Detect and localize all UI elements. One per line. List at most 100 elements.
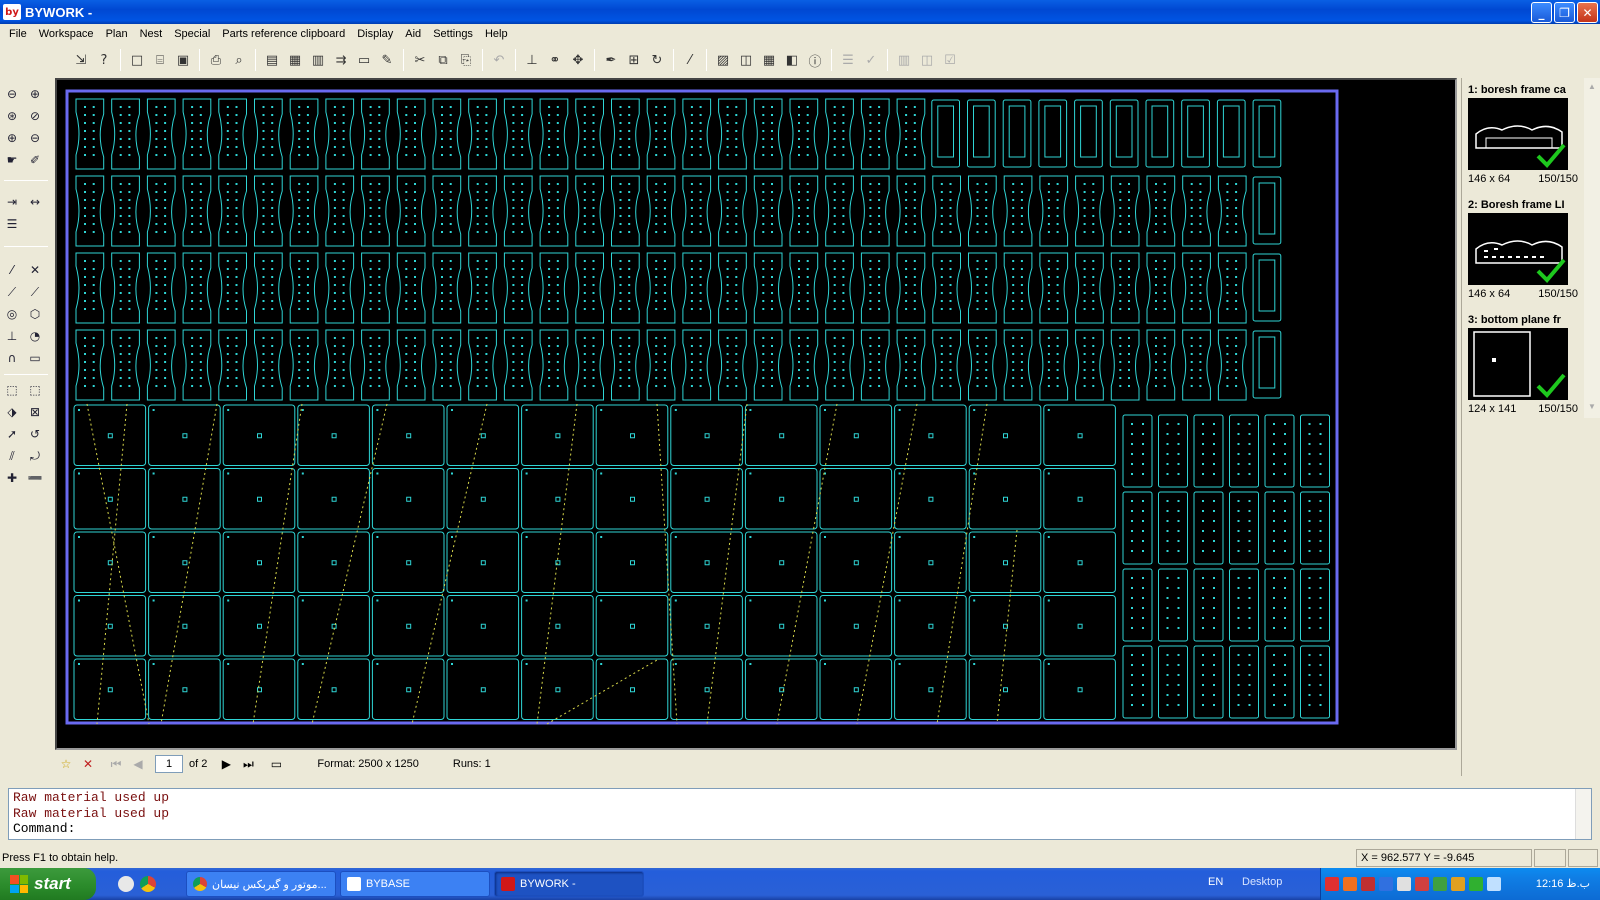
command-scrollbar[interactable] bbox=[1575, 789, 1591, 839]
zoom-in-icon[interactable]: ⊕ bbox=[2, 128, 22, 148]
menu-plan[interactable]: Plan bbox=[100, 28, 134, 40]
coordinate-icon[interactable]: ⇥ bbox=[2, 192, 22, 212]
view-sheet-icon[interactable]: ▨ bbox=[712, 49, 734, 71]
tray-app-icon[interactable] bbox=[1433, 877, 1447, 891]
view-layers-icon[interactable]: ◫ bbox=[735, 49, 757, 71]
cut-icon[interactable]: ✂ bbox=[409, 49, 431, 71]
restore-button[interactable]: ❐ bbox=[1554, 2, 1575, 23]
part-list-icon[interactable]: ▥ bbox=[307, 49, 329, 71]
disabled-tool-1-icon[interactable]: ☰ bbox=[837, 49, 859, 71]
new-file-icon[interactable]: □ bbox=[126, 49, 148, 71]
zoom-previous-icon[interactable]: ⊘ bbox=[25, 106, 45, 126]
menu-file[interactable]: File bbox=[3, 28, 33, 40]
print-icon[interactable]: ⎙ bbox=[205, 49, 227, 71]
polyline-icon[interactable]: ⟋ bbox=[2, 282, 22, 302]
pan-icon[interactable]: ☛ bbox=[2, 150, 22, 170]
arc-icon[interactable]: ◔ bbox=[25, 326, 45, 346]
part-card[interactable]: 3: bottom plane fr 124 x 141 150/150 bbox=[1468, 314, 1586, 424]
open-folder-icon[interactable]: ⌸ bbox=[149, 49, 171, 71]
language-indicator[interactable]: EN bbox=[1208, 876, 1223, 888]
cross-icon[interactable]: ✕ bbox=[25, 260, 45, 280]
list-icon[interactable]: ☰ bbox=[2, 214, 22, 234]
perpendicular-icon[interactable]: ⊥ bbox=[2, 326, 22, 346]
select-crossing-icon[interactable]: ⬚ bbox=[25, 380, 45, 400]
close-button[interactable]: ✕ bbox=[1577, 2, 1598, 23]
disabled-tool-5-icon[interactable]: ☑ bbox=[939, 49, 961, 71]
menu-nest[interactable]: Nest bbox=[134, 28, 169, 40]
chrome-icon[interactable] bbox=[140, 876, 156, 892]
start-button[interactable]: start bbox=[0, 868, 96, 900]
rectangle-icon[interactable]: ▭ bbox=[25, 348, 45, 368]
report-icon[interactable]: ✎ bbox=[376, 49, 398, 71]
hatch-icon[interactable]: ⫽ bbox=[2, 446, 22, 466]
volume-icon[interactable] bbox=[1487, 877, 1501, 891]
disabled-tool-2-icon[interactable]: ✓ bbox=[860, 49, 882, 71]
command-prompt[interactable]: Command: bbox=[13, 821, 1587, 837]
zoom-window-icon[interactable]: ⊖ bbox=[2, 84, 22, 104]
paste-icon[interactable]: ⎘ bbox=[455, 49, 477, 71]
tray-app-icon[interactable] bbox=[1415, 877, 1429, 891]
previous-sheet-icon[interactable]: ◀ bbox=[127, 753, 149, 775]
measure-icon[interactable]: ↔ bbox=[25, 192, 45, 212]
menu-aid[interactable]: Aid bbox=[399, 28, 427, 40]
tray-app-icon[interactable] bbox=[1379, 877, 1393, 891]
curve-icon[interactable]: ∩ bbox=[2, 348, 22, 368]
machine-icon[interactable]: ▤ bbox=[261, 49, 283, 71]
zoom-out-icon[interactable]: ⊖ bbox=[25, 128, 45, 148]
add-point-icon[interactable]: ✚ bbox=[2, 468, 22, 488]
copy-icon[interactable]: ⧉ bbox=[432, 49, 454, 71]
polygon-icon[interactable]: ⬡ bbox=[25, 304, 45, 324]
select-part-icon[interactable]: ⬗ bbox=[2, 402, 22, 422]
show-desktop-icon[interactable] bbox=[118, 876, 134, 892]
pointer-icon[interactable]: ➚ bbox=[2, 424, 22, 444]
redraw-icon[interactable]: ✐ bbox=[25, 150, 45, 170]
tray-app-icon[interactable] bbox=[1361, 877, 1375, 891]
tray-app-icon[interactable] bbox=[1343, 877, 1357, 891]
new-sheet-icon[interactable]: ☆ bbox=[55, 753, 77, 775]
segment-icon[interactable]: ⟋ bbox=[25, 282, 45, 302]
view-panel-icon[interactable]: ◧ bbox=[781, 49, 803, 71]
circle-icon[interactable]: ◎ bbox=[2, 304, 22, 324]
tray-app-icon[interactable] bbox=[1469, 877, 1483, 891]
align-icon[interactable]: ⊥ bbox=[521, 49, 543, 71]
select-zoom-icon[interactable]: ⊠ bbox=[25, 402, 45, 422]
nest-layout[interactable] bbox=[57, 80, 1455, 748]
zoom-extents-icon[interactable]: ⊛ bbox=[2, 106, 22, 126]
taskbar-button-bybase[interactable]: BYBASE bbox=[340, 871, 490, 897]
menu-settings[interactable]: Settings bbox=[427, 28, 479, 40]
undo-icon[interactable]: ↶ bbox=[488, 49, 510, 71]
zoom-all-icon[interactable]: ⊕ bbox=[25, 84, 45, 104]
remove-point-icon[interactable]: ➖ bbox=[25, 468, 45, 488]
view-info-icon[interactable]: ⓘ bbox=[804, 49, 826, 71]
scroll-down-icon[interactable]: ▼ bbox=[1586, 402, 1598, 414]
import-icon[interactable]: ⇲ bbox=[70, 49, 92, 71]
part-card[interactable]: 2: Boresh frame LI 146 x 64 150/150 bbox=[1468, 199, 1586, 309]
sheet-view-icon[interactable]: ▭ bbox=[265, 753, 287, 775]
menu-parts-reference-clipboard[interactable]: Parts reference clipboard bbox=[216, 28, 351, 40]
tray-app-icon[interactable] bbox=[1397, 877, 1411, 891]
sequence-icon[interactable]: ⇉ bbox=[330, 49, 352, 71]
select-parts-icon[interactable]: ⚭ bbox=[544, 49, 566, 71]
taskbar-button-browser[interactable]: موتور و گیربکس نیسان... bbox=[186, 871, 336, 897]
magic-wand-icon[interactable]: ⁄ bbox=[679, 49, 701, 71]
disabled-tool-4-icon[interactable]: ◫ bbox=[916, 49, 938, 71]
line-icon[interactable]: ⁄ bbox=[2, 260, 22, 280]
desktop-toolbar-label[interactable]: Desktop bbox=[1242, 876, 1282, 888]
menu-special[interactable]: Special bbox=[168, 28, 216, 40]
view-table-icon[interactable]: ▦ bbox=[758, 49, 780, 71]
array-icon[interactable]: ⊞ bbox=[623, 49, 645, 71]
disabled-tool-3-icon[interactable]: ▥ bbox=[893, 49, 915, 71]
menu-workspace[interactable]: Workspace bbox=[33, 28, 100, 40]
pen-icon[interactable]: ✒ bbox=[600, 49, 622, 71]
sheet-page-input[interactable] bbox=[155, 755, 183, 773]
context-help-icon[interactable]: ? bbox=[93, 49, 115, 71]
part-card[interactable]: 1: boresh frame ca 146 x 64 150/150 bbox=[1468, 84, 1586, 194]
move-icon[interactable]: ✥ bbox=[567, 49, 589, 71]
menu-display[interactable]: Display bbox=[351, 28, 399, 40]
command-window[interactable]: Raw material used up Raw material used u… bbox=[8, 788, 1592, 840]
rotate-tool-icon[interactable]: ⤾ bbox=[25, 446, 45, 466]
next-sheet-icon[interactable]: ▶ bbox=[215, 753, 237, 775]
first-sheet-icon[interactable]: ⏮ bbox=[105, 753, 127, 775]
delete-sheet-icon[interactable]: ✕ bbox=[77, 753, 99, 775]
nest-grid-icon[interactable]: ▦ bbox=[284, 49, 306, 71]
